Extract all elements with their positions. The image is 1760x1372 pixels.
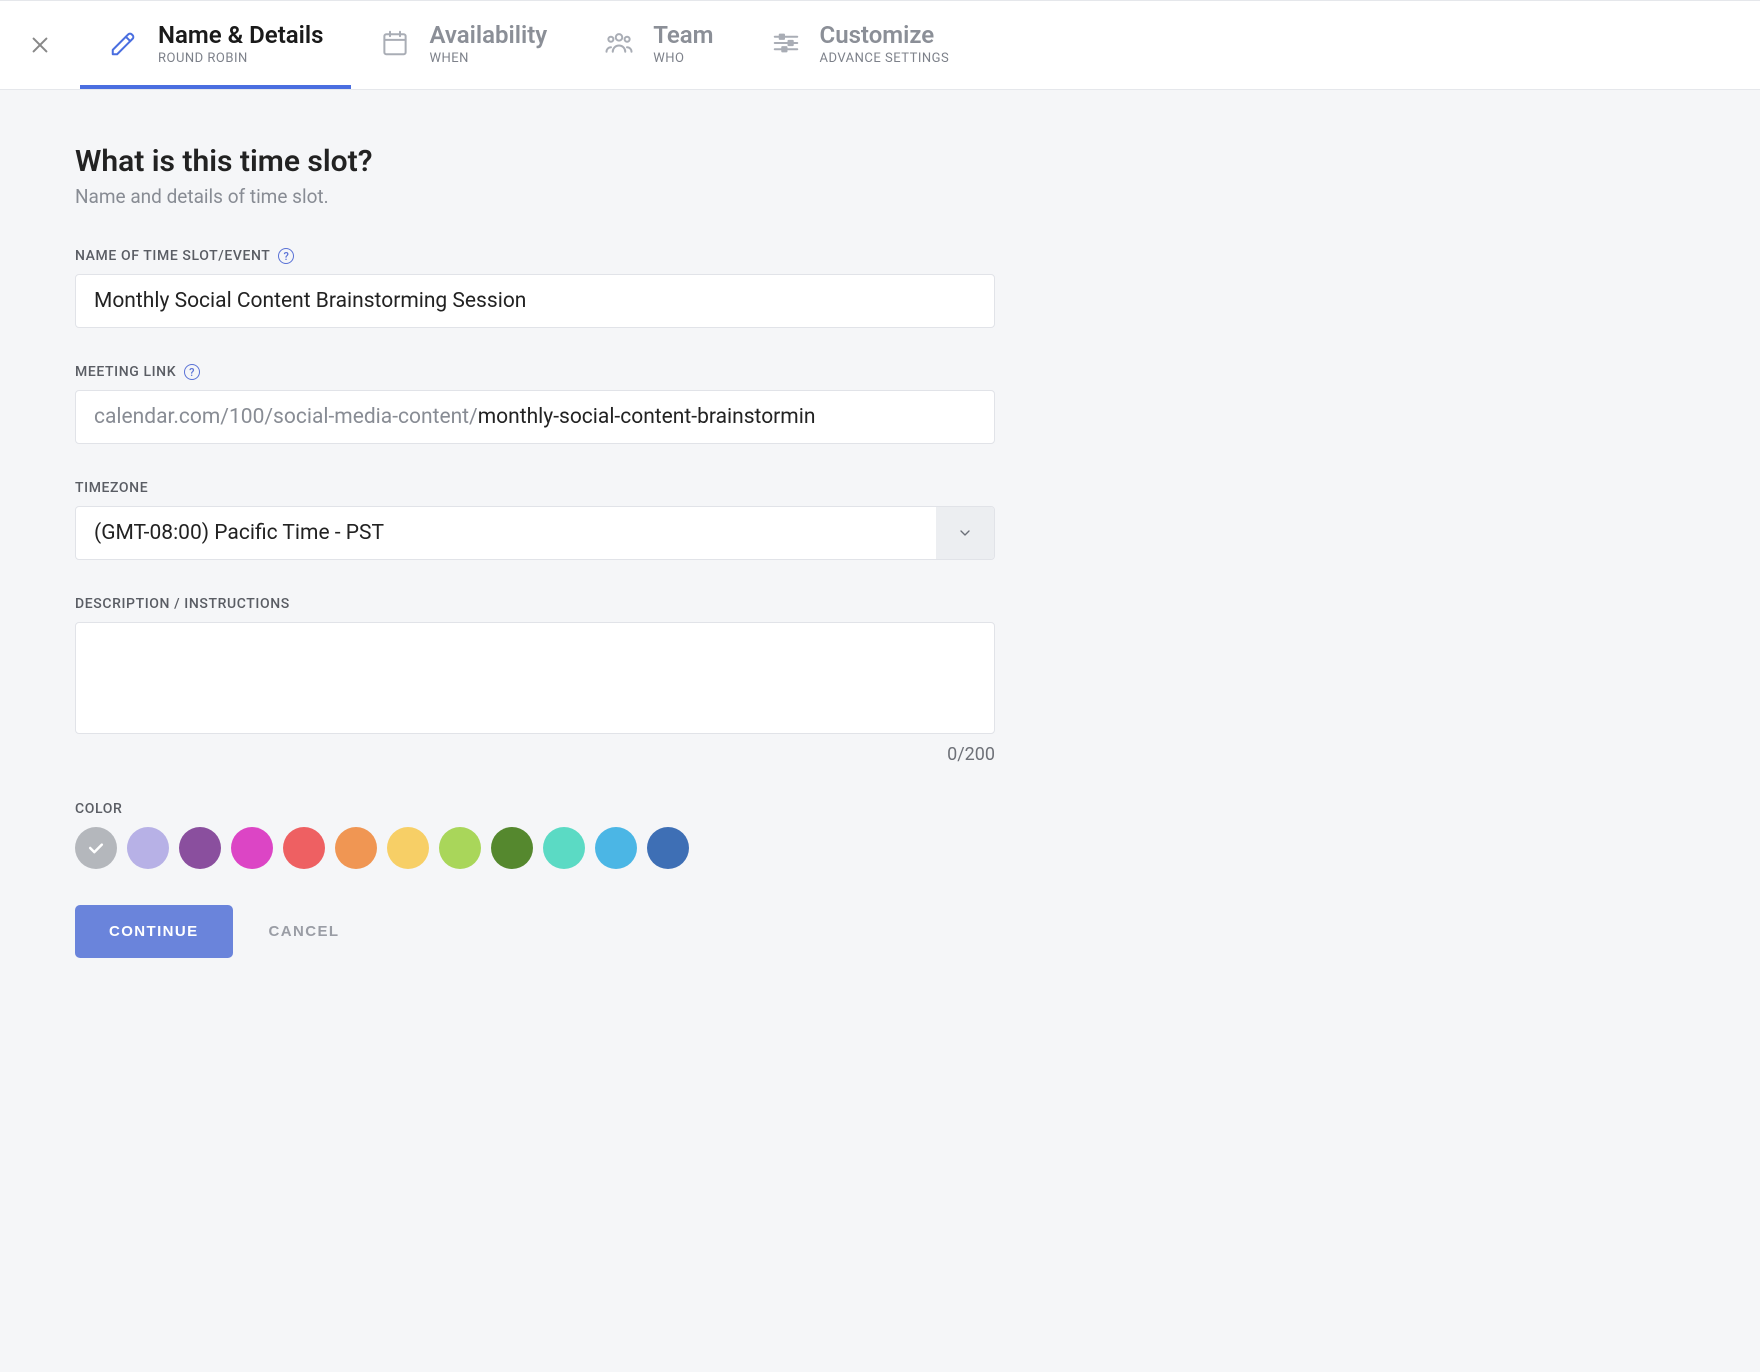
color-swatch[interactable]: [595, 827, 637, 869]
main-content: What is this time slot? Name and details…: [75, 90, 995, 1018]
timezone-select[interactable]: (GMT-08:00) Pacific Time - PST: [75, 506, 995, 560]
tab-subtitle: WHEN: [429, 51, 547, 66]
field-meeting-link: MEETING LINK ? calendar.com/100/social-m…: [75, 364, 995, 444]
field-description: DESCRIPTION / INSTRUCTIONS 0/200: [75, 596, 995, 765]
description-char-count: 0/200: [75, 744, 995, 765]
wizard-header: Name & Details ROUND ROBIN Availability …: [0, 0, 1760, 90]
color-swatch[interactable]: [543, 827, 585, 869]
field-name: NAME OF TIME SLOT/EVENT ?: [75, 248, 995, 328]
tab-availability[interactable]: Availability WHEN: [351, 1, 575, 89]
field-timezone: TIMEZONE (GMT-08:00) Pacific Time - PST: [75, 480, 995, 560]
wizard-tabs: Name & Details ROUND ROBIN Availability …: [80, 1, 1760, 89]
color-swatch[interactable]: [75, 827, 117, 869]
close-button[interactable]: [0, 1, 80, 89]
color-swatch[interactable]: [335, 827, 377, 869]
pencil-icon: [108, 27, 140, 59]
name-label: NAME OF TIME SLOT/EVENT: [75, 248, 270, 264]
link-prefix: calendar.com/100/social-media-content/: [94, 405, 478, 429]
name-input[interactable]: [75, 274, 995, 328]
cancel-button[interactable]: CANCEL: [269, 923, 340, 940]
tab-subtitle: ROUND ROBIN: [158, 51, 323, 66]
close-icon: [29, 34, 51, 56]
meeting-link-label: MEETING LINK: [75, 364, 176, 380]
sliders-icon: [770, 27, 802, 59]
timezone-value: (GMT-08:00) Pacific Time - PST: [76, 507, 936, 559]
check-icon: [86, 838, 106, 858]
tab-team[interactable]: Team WHO: [575, 1, 741, 89]
tab-title: Availability: [429, 21, 547, 49]
description-input[interactable]: [75, 622, 995, 734]
tab-title: Name & Details: [158, 21, 323, 49]
form-actions: CONTINUE CANCEL: [75, 905, 995, 958]
tab-name-details[interactable]: Name & Details ROUND ROBIN: [80, 1, 351, 89]
calendar-icon: [379, 27, 411, 59]
color-swatch[interactable]: [179, 827, 221, 869]
link-slug: monthly-social-content-brainstormin: [478, 405, 816, 429]
color-swatch[interactable]: [387, 827, 429, 869]
help-icon[interactable]: ?: [184, 364, 200, 380]
page-title: What is this time slot?: [75, 144, 995, 179]
color-swatch[interactable]: [491, 827, 533, 869]
color-swatch[interactable]: [231, 827, 273, 869]
meeting-link-input[interactable]: calendar.com/100/social-media-content/mo…: [75, 390, 995, 444]
color-swatch[interactable]: [283, 827, 325, 869]
tab-title: Customize: [820, 21, 950, 49]
color-swatch[interactable]: [127, 827, 169, 869]
color-swatch[interactable]: [439, 827, 481, 869]
tab-customize[interactable]: Customize ADVANCE SETTINGS: [742, 1, 978, 89]
field-color: COLOR: [75, 801, 995, 869]
color-swatch[interactable]: [647, 827, 689, 869]
continue-button[interactable]: CONTINUE: [75, 905, 233, 958]
color-swatches: [75, 827, 995, 869]
help-icon[interactable]: ?: [278, 248, 294, 264]
tab-subtitle: WHO: [653, 51, 713, 66]
page-subtitle: Name and details of time slot.: [75, 185, 995, 208]
tab-subtitle: ADVANCE SETTINGS: [820, 51, 950, 66]
tab-title: Team: [653, 21, 713, 49]
timezone-label: TIMEZONE: [75, 480, 148, 496]
color-label: COLOR: [75, 801, 122, 817]
chevron-down-icon: [936, 507, 994, 559]
team-icon: [603, 27, 635, 59]
description-label: DESCRIPTION / INSTRUCTIONS: [75, 596, 290, 612]
